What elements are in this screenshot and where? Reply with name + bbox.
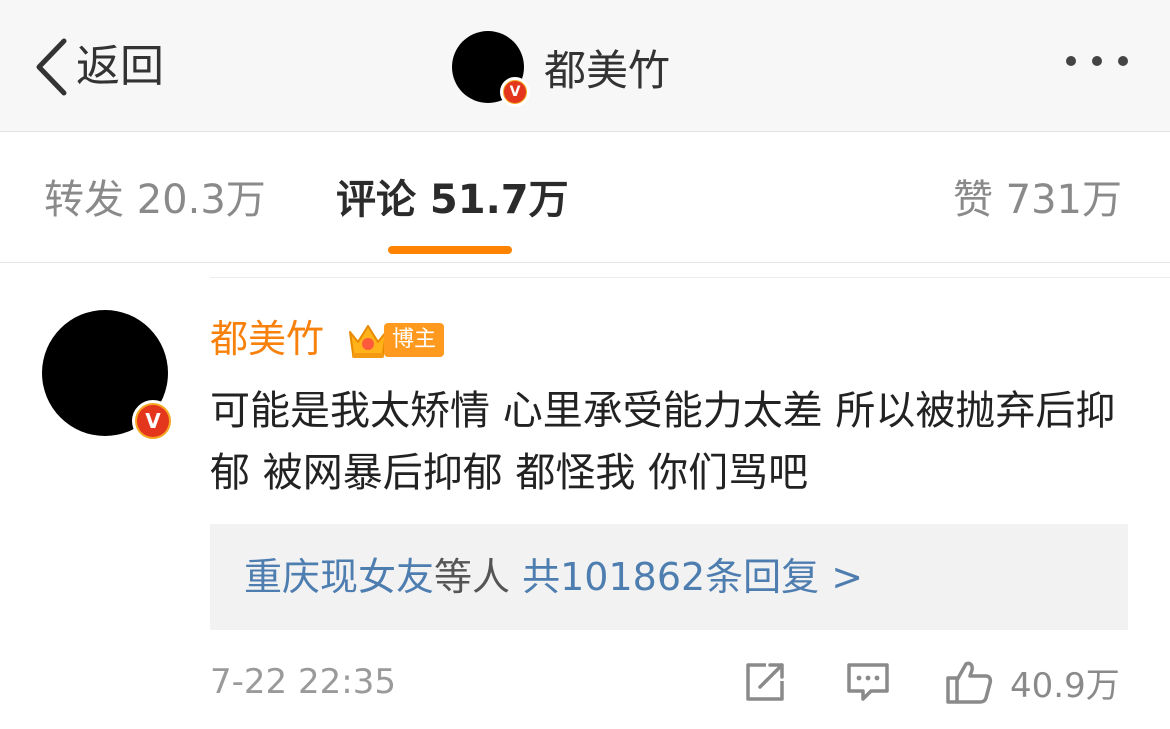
tab-bar: 转发 20.3万 评论 51.7万 赞 731万 [0, 133, 1170, 263]
verified-badge-icon: V [132, 400, 174, 442]
badge-letter: V [504, 81, 526, 103]
tab-comment[interactable]: 评论 51.7万 [336, 175, 569, 225]
author-tag: 博主 [346, 320, 445, 360]
back-button[interactable]: 返回 [34, 36, 164, 98]
top-navigation-bar: 返回 V 都美竹 [0, 0, 1170, 132]
badge-letter: V [137, 405, 169, 437]
active-tab-indicator [388, 246, 512, 254]
back-label: 返回 [76, 41, 164, 92]
more-dots-icon [1066, 56, 1076, 66]
like-count: 40.9万 [1010, 665, 1120, 706]
reply-users-suffix: 等人 [434, 555, 511, 599]
comment-timestamp: 7-22 22:35 [210, 662, 396, 702]
like-button[interactable]: 40.9万 [944, 656, 1120, 708]
header-user[interactable]: V 都美竹 [452, 30, 670, 107]
header-user-name[interactable]: 都美竹 [544, 37, 670, 98]
chevron-left-icon [36, 38, 67, 96]
share-button[interactable] [742, 656, 788, 708]
comment-button[interactable] [845, 656, 891, 708]
comment-avatar[interactable]: V [42, 310, 174, 442]
more-dots-icon [1092, 56, 1102, 66]
replies-summary[interactable]: 重庆现女友等人 共101862条回复 > [210, 524, 1128, 630]
reply-users-link[interactable]: 重庆现女友 [244, 555, 434, 599]
tab-like[interactable]: 赞 731万 [953, 175, 1122, 225]
verified-badge-icon: V [500, 77, 530, 107]
reply-count-link[interactable]: 共101862条回复 > [522, 555, 863, 599]
divider [210, 277, 1170, 278]
comment-user-name[interactable]: 都美竹 [210, 314, 324, 364]
comment-text: 可能是我太矫情 心里承受能力太差 所以被抛弃后抑郁 被网暴后抑郁 都怪我 你们骂… [210, 388, 1116, 496]
tab-repost[interactable]: 转发 20.3万 [44, 175, 266, 225]
replies-line: 重庆现女友等人 共101862条回复 > [244, 550, 863, 604]
header-avatar[interactable]: V [452, 31, 530, 107]
author-tag-label: 博主 [384, 323, 445, 357]
share-icon [746, 663, 784, 701]
more-dots-icon [1118, 56, 1128, 66]
comment-icon [847, 663, 889, 701]
more-options-button[interactable] [1066, 56, 1128, 66]
thumbs-up-icon [946, 661, 993, 704]
